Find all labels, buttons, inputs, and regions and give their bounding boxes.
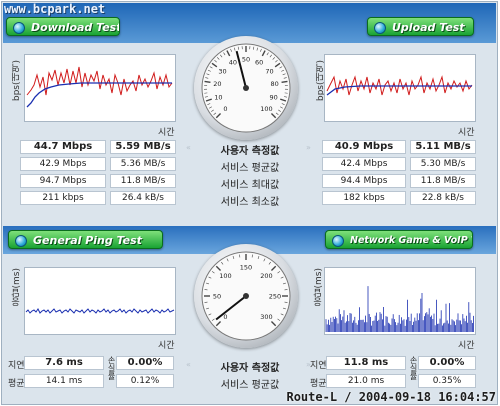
game-avg-latency: 21.0 ms [326, 374, 406, 388]
speed-gauge-dial: 010 20 3040 50 6070 80 90 100 [201, 43, 291, 133]
ping-latency-row-label: 지연 [8, 361, 25, 371]
download-max-mbs: 11.8 MB/s [110, 174, 176, 188]
ping-current-latency: 7.6 ms [24, 356, 104, 370]
ping-gauge: 0 50 100 150 200 250 300 [194, 244, 298, 348]
speed-gauge: 0 10 20 30 40 50 60 70 80 90 100 [194, 36, 298, 140]
left-chevron-icon: « [186, 143, 191, 152]
gauge-tick-label: 250 [269, 293, 281, 301]
game-voip-bars [325, 286, 475, 332]
ping-graph-svg [25, 308, 175, 314]
gauge-tick-label: 50 [213, 293, 221, 301]
download-min-mbps: 211 kbps [20, 191, 106, 205]
upload-current-mbps: 40.9 Mbps [322, 140, 406, 154]
gauge-tick-label: 100 [260, 105, 272, 113]
upload-test-label: Upload Test [392, 21, 465, 34]
download-current-mbps: 44.7 Mbps [20, 140, 106, 154]
upload-graph [324, 54, 476, 122]
download-graph [24, 54, 176, 122]
gauge-tick-label: 20 [213, 80, 221, 88]
indicator-led-icon [332, 235, 344, 247]
ping-graph [24, 267, 176, 335]
ping-current-loss: 0.00% [116, 356, 174, 370]
upload-graph-svg [326, 75, 473, 96]
site-watermark: www.bcpark.net [4, 2, 106, 16]
game-voip-test-label: Network Game & VoIP Test [350, 235, 472, 246]
upload-avg-mbs: 5.30 MB/s [410, 157, 476, 171]
game-latency-row-label: 지연 [310, 361, 327, 371]
min-value-label: 서비스 최소값 [220, 197, 280, 208]
ping-avg-value-label: 서비스 평균값 [220, 380, 280, 391]
ping-ylabel: 응답(ms) [12, 268, 22, 307]
gauge-tick-label: 100 [219, 272, 231, 280]
upload-min-mbs: 22.8 kB/s [410, 191, 476, 205]
gauge-tick-label: 150 [240, 264, 252, 272]
gauge-tick-label: 200 [260, 272, 272, 280]
download-xlabel: 시간 [158, 128, 175, 138]
download-current-mbs: 5.59 MB/s [110, 140, 176, 154]
upload-max-mbs: 11.8 MB/s [410, 174, 476, 188]
ping-gauge-dial: 050100150200250300 [201, 251, 291, 341]
gauge-tick-label: 30 [218, 67, 226, 75]
indicator-led-icon [374, 22, 386, 34]
ping-series [25, 308, 175, 314]
download-test-label: Download Test [31, 21, 120, 34]
download-series-red [26, 66, 173, 96]
ping-current-value-label: 사용자 측정값 [220, 363, 280, 374]
upload-max-mbps: 94.4 Mbps [322, 174, 406, 188]
upload-test-button[interactable]: Upload Test [367, 17, 474, 36]
gauge-tick-label: 50 [242, 56, 250, 64]
game-voip-graph [324, 267, 476, 335]
upload-current-mbs: 5.11 MB/s [410, 140, 476, 154]
right-chevron-icon: » [306, 143, 311, 152]
gauge-tick [281, 80, 288, 84]
game-avg-loss: 0.35% [418, 374, 476, 388]
upload-xlabel: 시간 [458, 128, 475, 138]
upload-avg-mbps: 42.4 Mbps [322, 157, 406, 171]
indicator-led-icon [15, 235, 27, 247]
ping-test-button[interactable]: General Ping Test [8, 230, 163, 249]
gauge-tick-label: 90 [269, 93, 277, 101]
download-avg-mbps: 42.9 Mbps [20, 157, 106, 171]
gauge-tick-label: 40 [229, 59, 237, 67]
upload-min-mbps: 182 kbps [322, 191, 406, 205]
ping-test-label: General Ping Test [33, 234, 142, 247]
route-timestamp: Route-L / 2004-09-18 16:04:57 [286, 390, 496, 404]
gauge-tick-label: 10 [214, 93, 222, 101]
game-current-loss: 0.00% [418, 356, 476, 370]
ping-avg-row-label: 평균 [8, 379, 25, 389]
gauge-tick [204, 80, 211, 84]
ping-avg-latency: 14.1 ms [24, 374, 104, 388]
gauge-tick-label: 70 [265, 67, 273, 75]
current-value-label: 사용자 측정값 [220, 146, 280, 157]
download-max-mbps: 94.7 Mbps [20, 174, 106, 188]
game-voip-graph-svg [325, 286, 475, 332]
game-xlabel: 시간 [458, 341, 475, 351]
ping-avg-loss: 0.12% [116, 374, 174, 388]
download-graph-svg [26, 66, 173, 108]
download-min-mbs: 26.4 kB/s [110, 191, 176, 205]
avg-value-label: 서비스 평균값 [220, 163, 280, 174]
max-value-label: 서비스 최대값 [220, 180, 280, 191]
download-test-button[interactable]: Download Test [6, 17, 120, 36]
indicator-led-icon [13, 22, 25, 34]
gauge-tick-label: 80 [271, 80, 279, 88]
game-current-latency: 11.8 ms [326, 356, 406, 370]
game-voip-test-button[interactable]: Network Game & VoIP Test [325, 230, 473, 249]
gauge-tick-label: 300 [260, 313, 272, 321]
ping-xlabel: 시간 [158, 341, 175, 351]
left-chevron-icon: « [186, 360, 191, 369]
download-avg-mbs: 5.36 MB/s [110, 157, 176, 171]
gauge-tick-label: 0 [223, 105, 227, 113]
gauge-tick-label: 60 [255, 59, 263, 67]
game-avg-row-label: 평균 [310, 379, 327, 389]
download-ylabel: bps(대역) [12, 60, 22, 102]
